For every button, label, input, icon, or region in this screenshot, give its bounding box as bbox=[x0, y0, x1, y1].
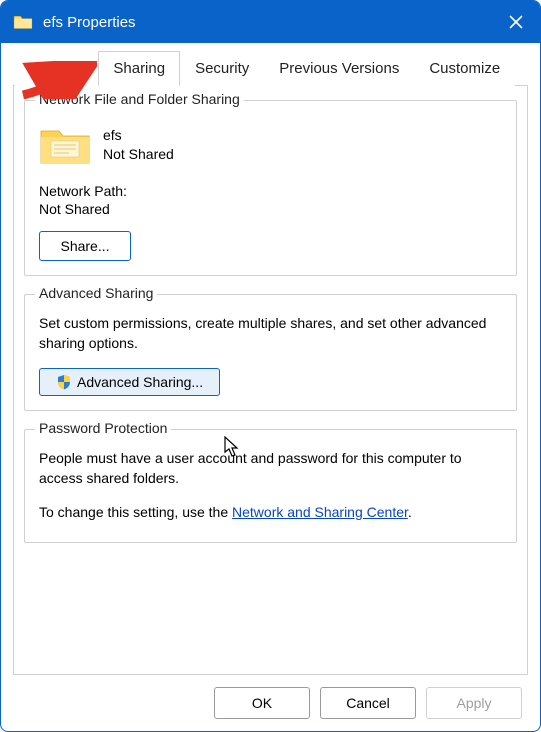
dialog-buttons: OK Cancel Apply bbox=[13, 675, 528, 731]
tab-general[interactable]: General bbox=[15, 51, 98, 86]
window-title: efs Properties bbox=[43, 14, 492, 31]
folder-large-icon bbox=[39, 123, 91, 167]
tab-security[interactable]: Security bbox=[180, 51, 264, 86]
group-legend: Password Protection bbox=[35, 420, 171, 436]
group-network-sharing: Network File and Folder Sharing efs Not … bbox=[24, 100, 517, 276]
cancel-button[interactable]: Cancel bbox=[320, 687, 416, 719]
folder-icon bbox=[13, 14, 33, 30]
network-path-label: Network Path: bbox=[39, 183, 502, 199]
close-icon bbox=[509, 15, 523, 29]
password-desc2: To change this setting, use the Network … bbox=[39, 502, 502, 522]
tab-sharing[interactable]: Sharing bbox=[98, 51, 180, 86]
advanced-desc: Set custom permissions, create multiple … bbox=[39, 313, 502, 354]
share-button[interactable]: Share... bbox=[39, 231, 131, 261]
tab-previous-versions[interactable]: Previous Versions bbox=[264, 51, 414, 86]
share-status: Not Shared bbox=[103, 145, 174, 164]
shield-icon bbox=[56, 374, 72, 390]
password-desc1: People must have a user account and pass… bbox=[39, 448, 502, 489]
advanced-sharing-button-label: Advanced Sharing... bbox=[77, 374, 203, 390]
titlebar: efs Properties bbox=[1, 1, 540, 43]
group-password-protection: Password Protection People must have a u… bbox=[24, 429, 517, 544]
ok-button[interactable]: OK bbox=[214, 687, 310, 719]
network-sharing-center-link[interactable]: Network and Sharing Center bbox=[232, 504, 408, 520]
group-legend: Advanced Sharing bbox=[35, 285, 157, 301]
tab-strip: General Sharing Security Previous Versio… bbox=[13, 51, 528, 86]
group-legend: Network File and Folder Sharing bbox=[35, 91, 244, 107]
network-path-value: Not Shared bbox=[39, 201, 502, 217]
advanced-sharing-button[interactable]: Advanced Sharing... bbox=[39, 368, 220, 396]
close-button[interactable] bbox=[492, 1, 540, 43]
shared-folder-name: efs bbox=[103, 126, 174, 145]
tab-customize[interactable]: Customize bbox=[414, 51, 515, 86]
tab-pane-sharing: Network File and Folder Sharing efs Not … bbox=[13, 86, 528, 675]
group-advanced-sharing: Advanced Sharing Set custom permissions,… bbox=[24, 294, 517, 411]
apply-button[interactable]: Apply bbox=[426, 687, 522, 719]
